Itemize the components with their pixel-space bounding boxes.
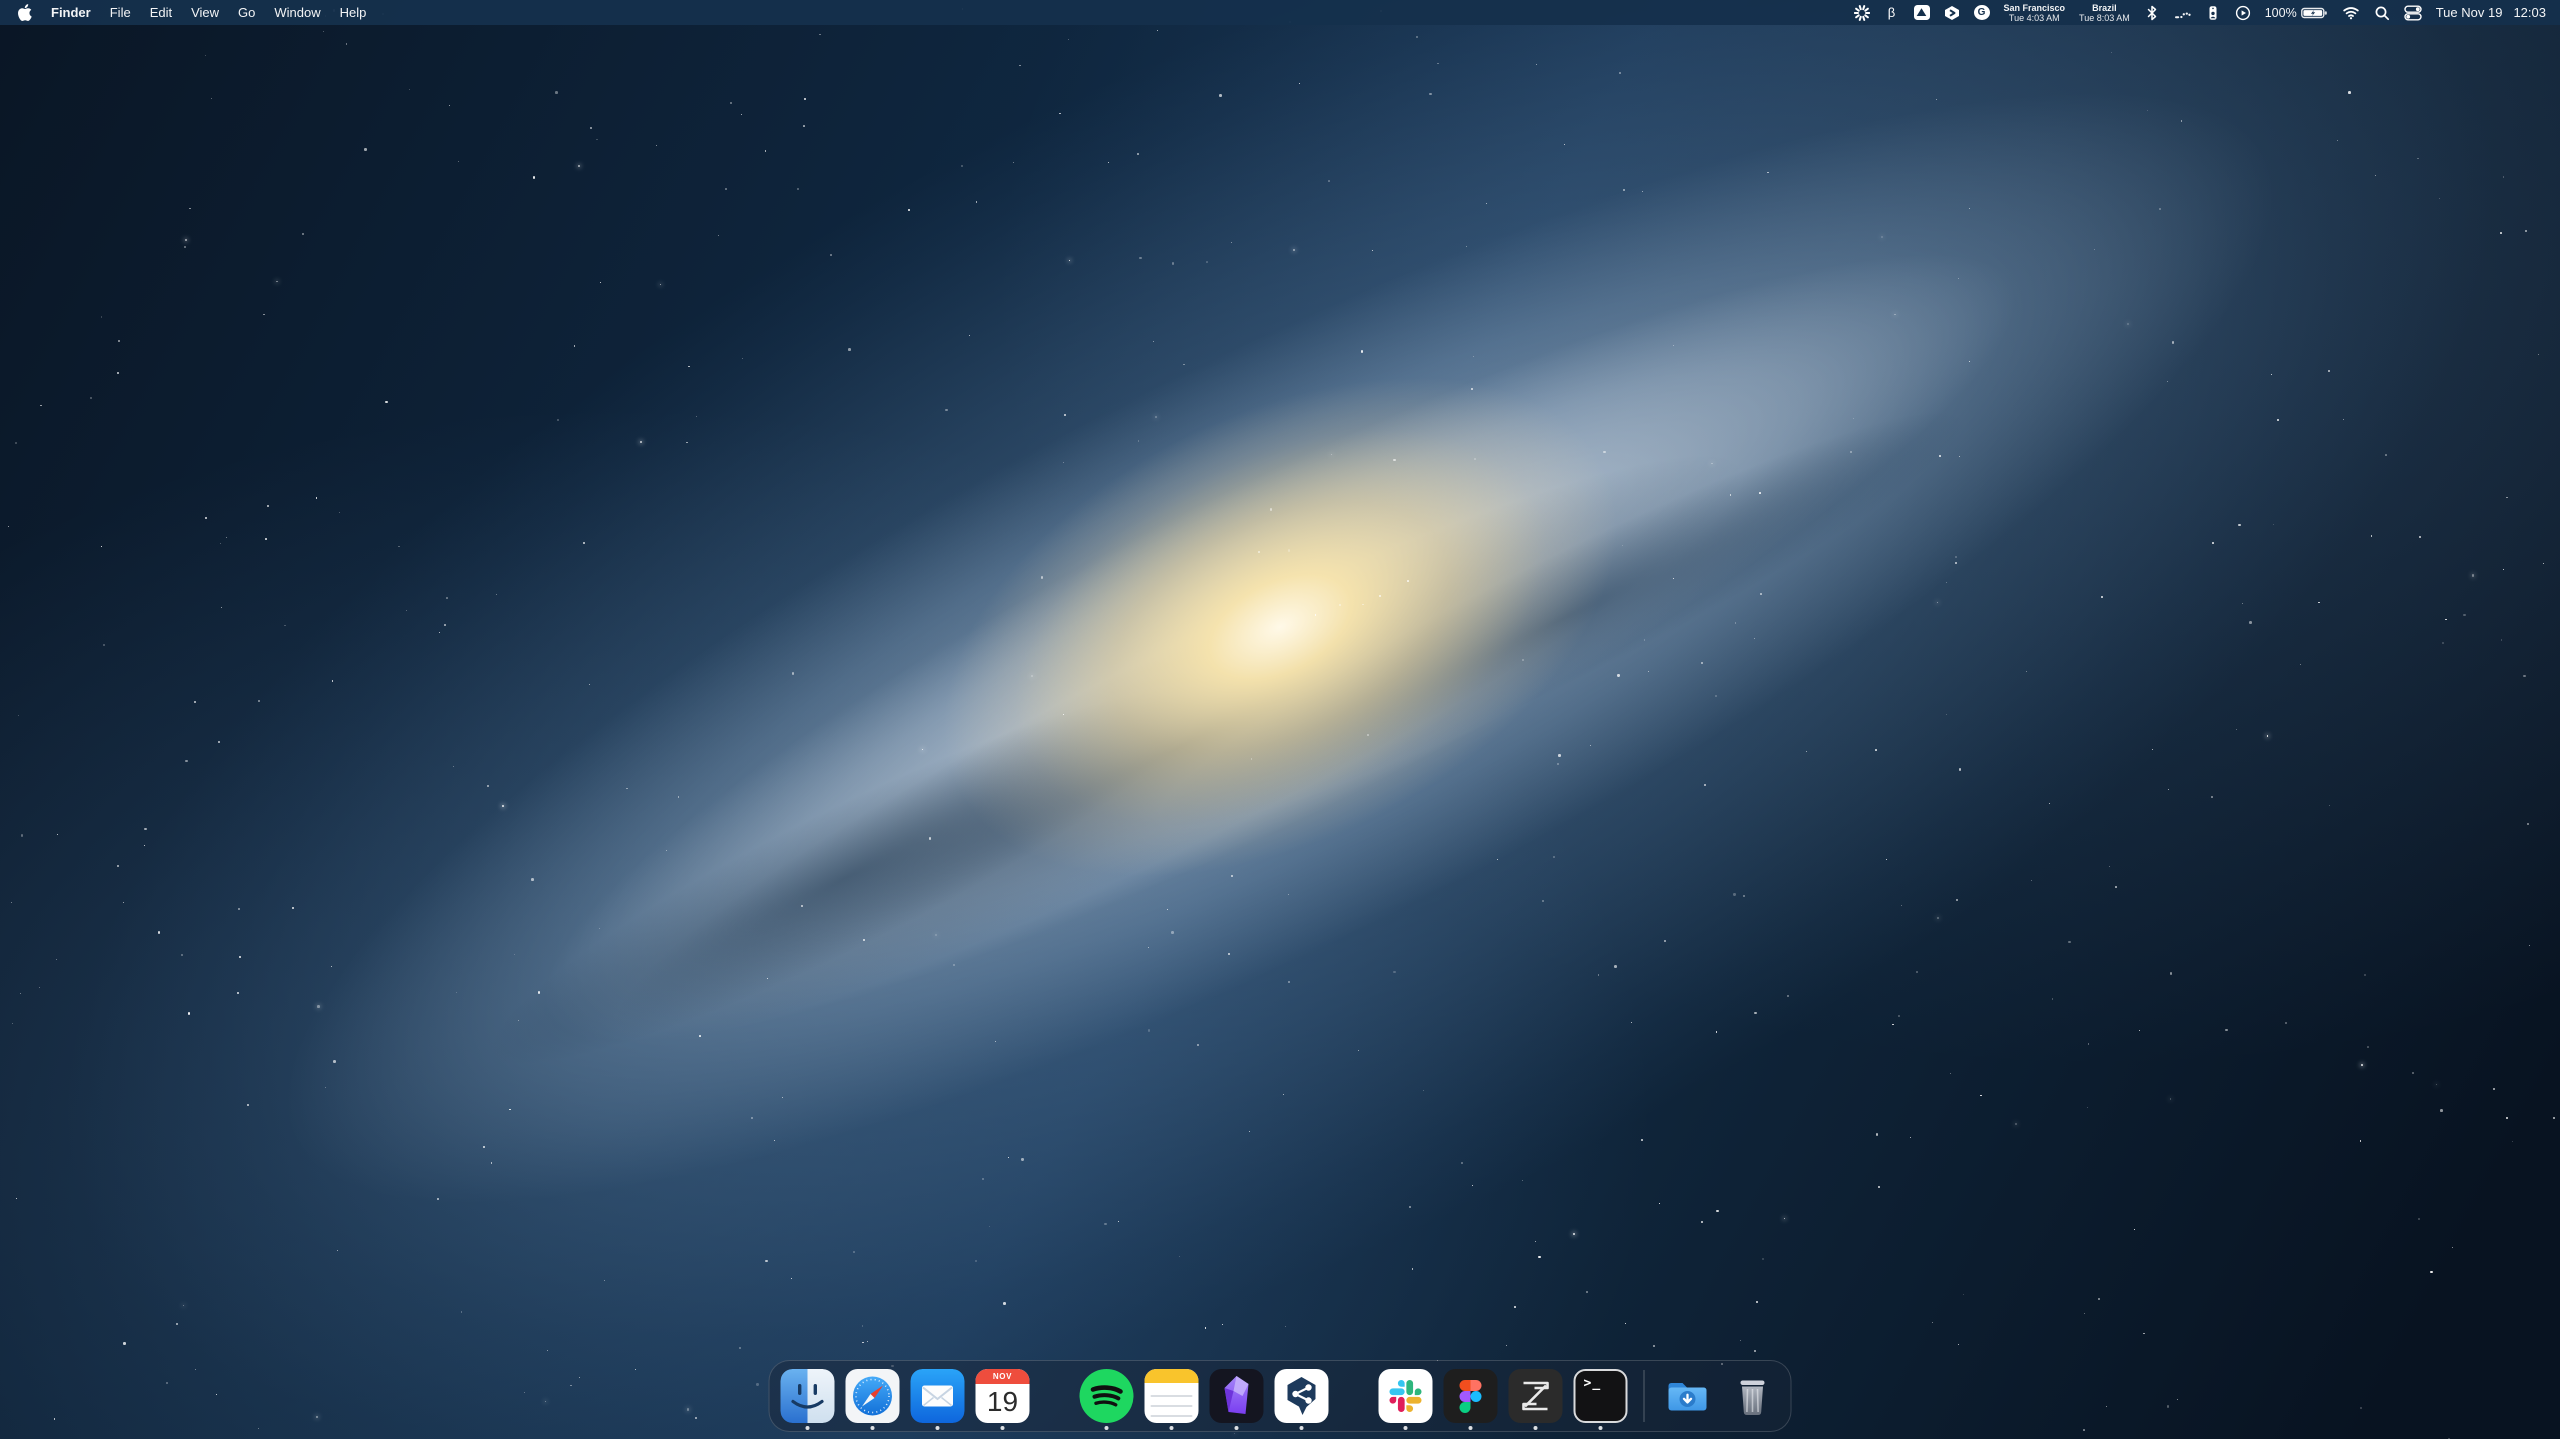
g-circle-icon[interactable]: G <box>1974 5 1990 20</box>
dock-item-notes[interactable] <box>1145 1369 1199 1423</box>
desktop: Finder File Edit View Go Window Help β <box>0 0 2560 1439</box>
calendar-day: 19 <box>976 1384 1030 1423</box>
flower-burst-icon[interactable] <box>1854 4 1870 22</box>
terminal-icon: >_ <box>1574 1369 1628 1423</box>
running-indicator <box>1469 1426 1473 1430</box>
finder-icon <box>781 1369 835 1423</box>
spotlight-search-icon[interactable] <box>2374 4 2390 22</box>
clock-city: San Francisco <box>2004 3 2066 13</box>
world-clock-san-francisco[interactable]: San Francisco Tue 4:03 AM <box>2004 2 2066 23</box>
downloads-folder-icon <box>1661 1369 1715 1423</box>
menu-bar-status: β G San Francisco Tue 4:03 AM Brazil Tue… <box>1854 2 2547 23</box>
dock-item-graph-app[interactable] <box>1275 1369 1329 1423</box>
wifi-icon[interactable] <box>2342 4 2360 22</box>
notes-icon <box>1145 1369 1199 1423</box>
calendar-icon: NOV 19 <box>976 1369 1030 1423</box>
apple-menu-icon[interactable] <box>18 4 32 21</box>
cube-arrow-icon[interactable] <box>1944 4 1960 22</box>
running-indicator <box>806 1426 810 1430</box>
dock-item-calendar[interactable]: NOV 19 <box>976 1369 1030 1423</box>
battery-percent: 100% <box>2265 6 2297 20</box>
star-field <box>0 0 2560 1439</box>
dock-spacer <box>1340 1369 1368 1423</box>
clock-time: Tue 4:03 AM <box>2009 13 2060 23</box>
mail-icon <box>911 1369 965 1423</box>
battery-charging-icon <box>2301 6 2328 20</box>
running-indicator <box>1404 1426 1408 1430</box>
menu-date: Tue Nov 19 <box>2436 5 2503 20</box>
dock-item-finder[interactable] <box>781 1369 835 1423</box>
dock-item-downloads[interactable] <box>1661 1369 1715 1423</box>
calendar-month: NOV <box>976 1369 1030 1384</box>
dock-item-obsidian[interactable] <box>1210 1369 1264 1423</box>
dotted-arc-icon[interactable] <box>2174 4 2191 22</box>
figma-icon <box>1444 1369 1498 1423</box>
running-indicator <box>1534 1426 1538 1430</box>
dock-item-spotify[interactable] <box>1080 1369 1134 1423</box>
dock-item-terminal[interactable]: >_ <box>1574 1369 1628 1423</box>
spotify-icon <box>1080 1369 1134 1423</box>
bluetooth-icon[interactable] <box>2144 4 2160 22</box>
menu-clock[interactable]: Tue Nov 19 12:03 <box>2436 5 2546 20</box>
dock-item-safari[interactable] <box>846 1369 900 1423</box>
terminal-prompt: >_ <box>1584 1376 1602 1391</box>
running-indicator <box>1300 1426 1304 1430</box>
now-playing-icon[interactable] <box>2235 4 2251 22</box>
menu-bar-left: Finder File Edit View Go Window Help <box>18 4 366 21</box>
menu-bar: Finder File Edit View Go Window Help β <box>0 0 2560 25</box>
dock-item-trash[interactable] <box>1726 1369 1780 1423</box>
battery-status[interactable]: 100% <box>2265 6 2328 20</box>
clock-time: Tue 8:03 AM <box>2079 13 2130 23</box>
running-indicator <box>1105 1426 1109 1430</box>
triangle-app-icon[interactable] <box>1914 5 1930 20</box>
dock-item-figma[interactable] <box>1444 1369 1498 1423</box>
iphone-mirroring-icon[interactable] <box>2205 4 2221 22</box>
trash-icon <box>1726 1369 1780 1423</box>
menu-time: 12:03 <box>2513 5 2546 20</box>
clock-city: Brazil <box>2092 3 2117 13</box>
menu-window[interactable]: Window <box>274 5 320 20</box>
menu-view[interactable]: View <box>191 5 219 20</box>
zed-icon <box>1509 1369 1563 1423</box>
running-indicator <box>1001 1426 1005 1430</box>
running-indicator <box>1599 1426 1603 1430</box>
running-indicator <box>936 1426 940 1430</box>
running-indicator <box>1170 1426 1174 1430</box>
control-center-icon[interactable] <box>2404 4 2422 22</box>
dock-item-zed[interactable] <box>1509 1369 1563 1423</box>
menu-finder[interactable]: Finder <box>51 5 91 20</box>
dock-item-slack[interactable] <box>1379 1369 1433 1423</box>
graph-app-icon <box>1275 1369 1329 1423</box>
dock-spacer <box>1041 1369 1069 1423</box>
galaxy-wallpaper <box>0 0 2560 1439</box>
menu-file[interactable]: File <box>110 5 131 20</box>
running-indicator <box>1235 1426 1239 1430</box>
dock-divider <box>1644 1370 1645 1422</box>
menu-go[interactable]: Go <box>238 5 255 20</box>
running-indicator <box>871 1426 875 1430</box>
notes-yellow-band <box>1145 1369 1199 1383</box>
dock-item-mail[interactable] <box>911 1369 965 1423</box>
beta-icon[interactable]: β <box>1884 4 1900 22</box>
dock: NOV 19 <box>769 1360 1792 1432</box>
menu-help[interactable]: Help <box>340 5 367 20</box>
safari-icon <box>846 1369 900 1423</box>
slack-icon <box>1379 1369 1433 1423</box>
obsidian-icon <box>1210 1369 1264 1423</box>
dock-container: NOV 19 <box>769 1360 1792 1432</box>
world-clock-brazil[interactable]: Brazil Tue 8:03 AM <box>2079 2 2130 23</box>
menu-edit[interactable]: Edit <box>150 5 172 20</box>
